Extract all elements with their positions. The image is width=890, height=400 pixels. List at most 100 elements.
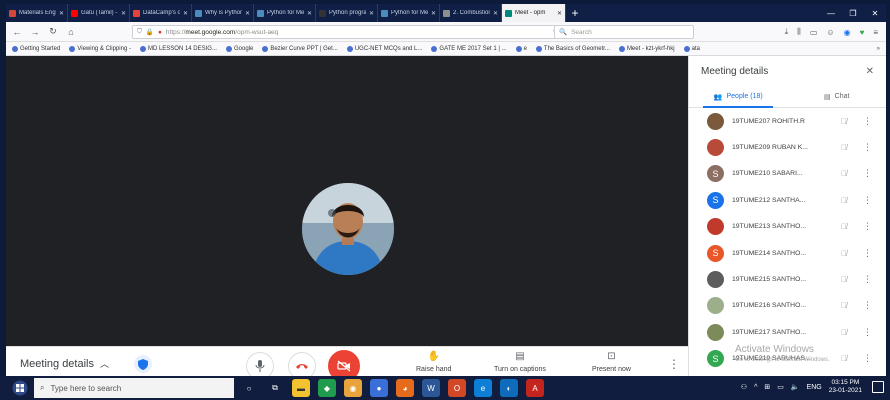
bookmark-item[interactable]: e [515,45,527,52]
extension-icon[interactable]: ◉ [844,28,851,37]
office-icon[interactable]: O [448,379,466,397]
browser-tab[interactable]: Python program✕ [316,4,378,22]
bookmark-item[interactable]: The Basics of Geometr... [535,45,610,52]
tab-close-icon[interactable]: ✕ [369,10,374,17]
close-icon[interactable]: ✕ [866,66,874,77]
edge-icon[interactable]: e [474,379,492,397]
firefox-icon[interactable]: ◕ [396,379,414,397]
bookmark-item[interactable]: Getting Started [12,45,60,52]
bookmark-item[interactable]: Bezier Curve PPT | Get... [262,45,338,52]
reload-icon[interactable]: ↻ [48,26,58,37]
browser-tab[interactable]: Meet - opm ✕ [502,4,566,22]
participant-row[interactable]: 19TUME209 RUBAN K... 🎙̸ ⋮ [689,134,886,160]
participant-row[interactable]: S 19TUME212 SANTHA... 🎙̸ ⋮ [689,187,886,213]
participant-options-icon[interactable]: ⋮ [863,195,876,206]
tab-close-icon[interactable]: ✕ [121,10,126,17]
home-icon[interactable]: ⌂ [66,27,76,37]
participant-row[interactable]: 19TUME213 SANTHO... 🎙̸ ⋮ [689,214,886,240]
participant-options-icon[interactable]: ⋮ [863,116,876,127]
participant-options-icon[interactable]: ⋮ [863,221,876,232]
taskbar-search[interactable]: ⌕ Type here to search [34,378,234,398]
bookmark-item[interactable]: GATE ME 2017 Set 1 | ... [431,45,507,52]
chevron-up-icon[interactable]: ^ [754,384,757,391]
lock-icon[interactable]: 🔒 [146,28,154,36]
file-explorer-icon[interactable]: ▬ [292,379,310,397]
bookmark-item[interactable]: UGC-NET MCQs and L... [346,45,422,52]
chrome-icon[interactable]: ◉ [344,379,362,397]
tab-close-icon[interactable]: ✕ [183,10,188,17]
participant-options-icon[interactable]: ⋮ [863,142,876,153]
browser-tab[interactable]: Materials Engin✕ [6,4,68,22]
participant-options-icon[interactable]: ⋮ [863,248,876,259]
participant-row[interactable]: 19TUME215 SANTHO... 🎙̸ ⋮ [689,266,886,292]
bookmarks-overflow-button[interactable]: » [877,46,880,52]
tab-chat[interactable]: ▤ Chat [788,86,887,107]
battery-icon[interactable]: ▭ [777,383,784,391]
language-indicator[interactable]: ENG [807,384,822,391]
cortana-icon[interactable]: ○ [240,379,258,397]
browser-tab[interactable]: 2. Combustion ✕ [440,4,502,22]
back-arrow-icon[interactable]: ← [12,27,22,37]
present-now-button[interactable]: ⊡ Present now [592,351,631,373]
extension-green-icon[interactable]: ♥ [860,28,865,37]
participant-row[interactable]: S 19TUME214 SANTHO... 🎙̸ ⋮ [689,240,886,266]
reader-icon[interactable]: ▭ [810,28,818,37]
participant-row[interactable]: S 19TUME210 SABARI... 🎙̸ ⋮ [689,161,886,187]
raise-hand-button[interactable]: ✋ Raise hand [416,351,451,373]
url-text[interactable]: https://meet.google.com/opm-wsut-aeq [166,29,278,36]
participant-options-icon[interactable]: ⋮ [863,168,876,179]
tab-people[interactable]: 👥 People (18) [689,86,788,107]
account-icon[interactable]: ☺ [826,28,834,37]
minimize-button[interactable]: — [820,4,842,22]
notifications-icon[interactable] [872,381,884,393]
browser-tab[interactable]: Gatu (Tamil) - Y✕ [68,4,130,22]
participant-options-icon[interactable]: ⋮ [863,274,876,285]
participant-row[interactable]: 19TUME207 ROHITH.R 🎙̸ ⋮ [689,108,886,134]
tab-close-icon[interactable]: ✕ [493,10,498,17]
clock[interactable]: 03:15 PM 23-01-2021 [829,379,862,395]
participant-options-icon[interactable]: ⋮ [863,327,876,338]
bookmark-item[interactable]: Viewing & Clipping - [69,45,131,52]
tab-close-icon[interactable]: ✕ [431,10,436,17]
browser-tab[interactable]: DataCamp's on✕ [130,4,192,22]
browser-tab[interactable]: Why is Python n✕ [192,4,254,22]
address-bar[interactable]: ⛉ 🔒 ● https://meet.google.com/opm-wsut-a… [132,25,590,39]
bookmark-item[interactable]: MD LESSON 14 DESIG... [139,45,217,52]
tab-close-icon[interactable]: ✕ [245,10,250,17]
store-icon[interactable]: ◐ [500,379,518,397]
browser-tab[interactable]: Python for Mecha✕ [254,4,316,22]
new-tab-button[interactable]: + [566,4,584,22]
download-icon[interactable]: ⤓ [785,27,789,37]
forward-arrow-icon[interactable]: → [30,27,40,37]
tab-close-icon[interactable]: ✕ [557,10,562,17]
close-window-button[interactable]: ✕ [864,4,886,22]
participant-options-icon[interactable]: ⋮ [863,353,876,364]
participant-options-icon[interactable]: ⋮ [863,300,876,311]
participant-row[interactable]: 19TUME216 SANTHO... 🎙̸ ⋮ [689,293,886,319]
meeting-details-toggle[interactable]: Meeting details ︿ [20,357,109,370]
tab-close-icon[interactable]: ✕ [59,10,64,17]
captions-button[interactable]: ▤ Turn on captions [494,351,546,373]
task-view-icon[interactable]: ⧉ [266,379,284,397]
word-icon[interactable]: W [422,379,440,397]
participant-row[interactable]: S 19TUME219 SARUHAS... 🎙̸ ⋮ [689,346,886,372]
menu-icon[interactable]: ≡ [873,28,878,37]
maximize-button[interactable]: ❐ [842,4,864,22]
bookmark-item[interactable]: Google [225,45,253,52]
volume-icon[interactable]: 🔈 [791,383,800,391]
acrobat-icon[interactable]: A [526,379,544,397]
search-box[interactable]: 🔍 Search [554,25,694,39]
tab-close-icon[interactable]: ✕ [307,10,312,17]
library-icon[interactable]: ⫼ [797,27,801,37]
camera-permission-icon[interactable]: ● [158,29,162,36]
more-options-icon[interactable]: ⋮ [668,357,680,371]
app-green-icon[interactable]: ◆ [318,379,336,397]
browser-tab[interactable]: Python for Mech✕ [378,4,440,22]
network-icon[interactable]: ⊞ [764,383,770,391]
participant-row[interactable]: 19TUME217 SANTHO... 🎙̸ ⋮ [689,319,886,345]
participant-video[interactable] [302,183,394,275]
settings-app-icon[interactable]: ● [370,379,388,397]
people-tray-icon[interactable]: ⚇ [741,383,747,391]
bookmark-item[interactable]: Meet - kzt-ykrf-hkj [618,45,675,52]
start-button[interactable] [10,379,30,397]
